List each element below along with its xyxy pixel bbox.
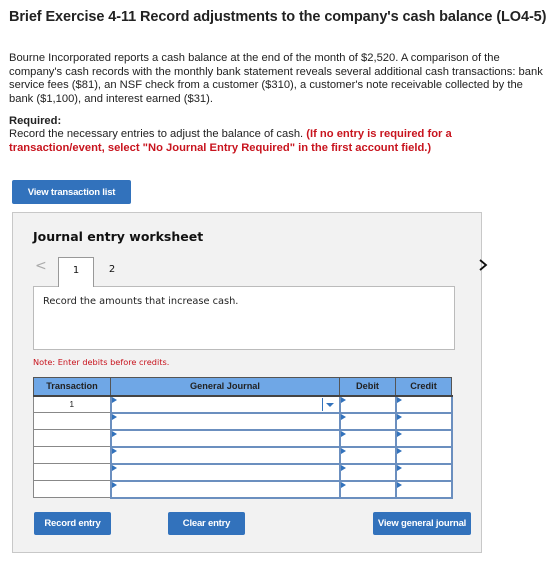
input-flag-icon	[111, 396, 117, 403]
input-flag-icon	[111, 413, 117, 420]
table-row	[33, 445, 453, 465]
instruction-box: Record the amounts that increase cash.	[33, 286, 455, 350]
input-flag-icon	[396, 396, 402, 403]
transaction-number	[33, 446, 111, 464]
instruction-text: Record the amounts that increase cash.	[43, 296, 239, 307]
chevron-down-icon	[325, 402, 334, 407]
debit-input[interactable]	[338, 479, 397, 499]
debit-input[interactable]	[338, 394, 397, 414]
debit-credit-note: Note: Enter debits before credits.	[33, 357, 170, 367]
input-flag-icon	[111, 430, 117, 437]
input-flag-icon	[396, 447, 402, 454]
credit-input[interactable]	[394, 428, 453, 448]
header-credit: Credit	[395, 377, 452, 397]
credit-input[interactable]	[394, 445, 453, 465]
worksheet-title: Journal entry worksheet	[33, 229, 204, 244]
account-select[interactable]	[109, 411, 341, 431]
account-select[interactable]	[109, 445, 341, 465]
transaction-number	[33, 429, 111, 447]
required-label: Required:	[9, 115, 62, 127]
input-flag-icon	[396, 481, 402, 488]
input-flag-icon	[340, 396, 346, 403]
dropdown-toggle[interactable]	[321, 397, 336, 411]
input-flag-icon	[396, 464, 402, 471]
transaction-number	[33, 463, 111, 481]
required-instructions: Record the necessary entries to adjust t…	[9, 128, 509, 155]
tab-2[interactable]: 2	[94, 257, 130, 288]
debit-input[interactable]	[338, 445, 397, 465]
required-text: Record the necessary entries to adjust t…	[9, 128, 307, 140]
table-row	[33, 411, 453, 431]
input-flag-icon	[340, 430, 346, 437]
credit-input[interactable]	[394, 462, 453, 482]
credit-input[interactable]	[394, 394, 453, 414]
input-flag-icon	[111, 464, 117, 471]
account-select[interactable]	[109, 428, 341, 448]
chevron-left-icon[interactable]: <	[35, 258, 47, 274]
tab-1[interactable]: 1	[58, 257, 94, 287]
table-row	[33, 479, 453, 499]
input-flag-icon	[340, 481, 346, 488]
credit-input[interactable]	[394, 411, 453, 431]
record-entry-button[interactable]: Record entry	[34, 512, 111, 535]
input-flag-icon	[340, 413, 346, 420]
header-debit: Debit	[339, 377, 396, 397]
view-general-journal-button[interactable]: View general journal	[373, 512, 471, 535]
header-general-journal: General Journal	[110, 377, 340, 397]
account-select[interactable]	[109, 462, 341, 482]
chevron-right-icon[interactable]	[478, 258, 488, 276]
view-transaction-list-button[interactable]: View transaction list	[12, 180, 131, 204]
debit-input[interactable]	[338, 428, 397, 448]
transaction-number	[33, 480, 111, 498]
debit-input[interactable]	[338, 411, 397, 431]
account-select[interactable]	[109, 479, 341, 499]
input-flag-icon	[111, 447, 117, 454]
transaction-number: 1	[33, 395, 111, 413]
journal-table: Transaction General Journal Debit Credit…	[33, 377, 453, 499]
credit-input[interactable]	[394, 479, 453, 499]
table-row	[33, 428, 453, 448]
debit-input[interactable]	[338, 462, 397, 482]
input-flag-icon	[396, 430, 402, 437]
account-select[interactable]	[109, 394, 341, 414]
clear-entry-button[interactable]: Clear entry	[168, 512, 245, 535]
input-flag-icon	[396, 413, 402, 420]
problem-description: Bourne Incorporated reports a cash balan…	[9, 52, 543, 105]
table-row	[33, 462, 453, 482]
input-flag-icon	[340, 447, 346, 454]
page-title: Brief Exercise 4-11 Record adjustments t…	[9, 9, 547, 25]
transaction-number	[33, 412, 111, 430]
table-row: 1	[33, 394, 453, 414]
input-flag-icon	[111, 481, 117, 488]
journal-entry-worksheet: Journal entry worksheet < 1 2 Record the…	[12, 212, 488, 553]
input-flag-icon	[340, 464, 346, 471]
header-transaction: Transaction	[33, 377, 111, 397]
journal-header-row: Transaction General Journal Debit Credit	[33, 377, 452, 397]
